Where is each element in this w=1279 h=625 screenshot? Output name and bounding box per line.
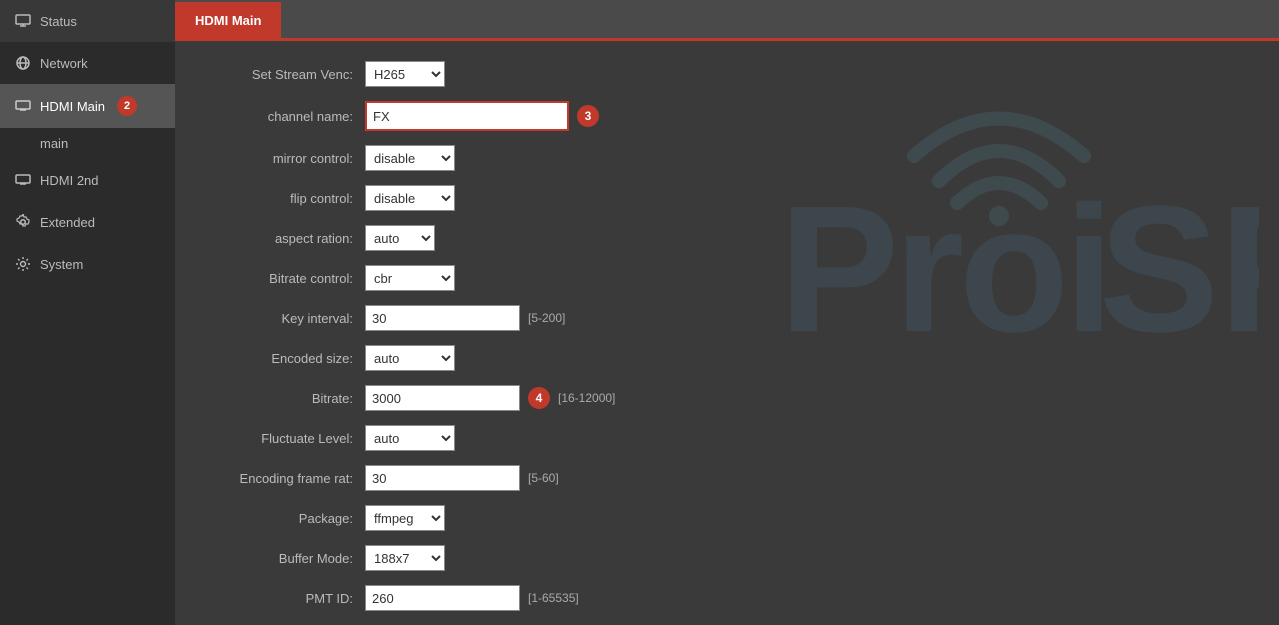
flip-control-label: flip control: [205, 191, 365, 206]
sidebar-item-hdmi-2nd[interactable]: HDMI 2nd [0, 159, 175, 201]
set-stream-venc-select[interactable]: H265 H264 [365, 61, 445, 87]
bitrate-row: Bitrate: 4 [16-12000] [205, 385, 1249, 411]
step-3-badge: 3 [577, 105, 599, 127]
encoding-frame-rat-input[interactable] [365, 465, 520, 491]
channel-name-label: channel name: [205, 109, 365, 124]
set-stream-venc-label: Set Stream Venc: [205, 67, 365, 82]
bitrate-label: Bitrate: [205, 391, 365, 406]
sidebar: Status Network HDMI Main 2 main HDMI 2nd [0, 0, 175, 625]
globe-icon [14, 54, 32, 72]
hdmi-main-badge: 2 [117, 96, 137, 116]
aspect-ration-label: aspect ration: [205, 231, 365, 246]
bitrate-control-row: Bitrate control: cbr vbr [205, 265, 1249, 291]
sidebar-item-extended-label: Extended [40, 215, 95, 230]
sidebar-item-extended[interactable]: Extended [0, 201, 175, 243]
package-row: Package: ffmpeg ts [205, 505, 1249, 531]
sidebar-item-status[interactable]: Status [0, 0, 175, 42]
aspect-ration-row: aspect ration: auto 4:3 16:9 [205, 225, 1249, 251]
bitrate-hint: [16-12000] [558, 391, 615, 405]
sidebar-sub-label: main [40, 136, 68, 151]
flip-control-select[interactable]: disable enable [365, 185, 455, 211]
pmt-id-hint: [1-65535] [528, 591, 579, 605]
buffer-mode-row: Buffer Mode: 188x7 188x5 [205, 545, 1249, 571]
aspect-ration-select[interactable]: auto 4:3 16:9 [365, 225, 435, 251]
bitrate-control-label: Bitrate control: [205, 271, 365, 286]
sidebar-item-network[interactable]: Network [0, 42, 175, 84]
sidebar-item-hdmi-2nd-label: HDMI 2nd [40, 173, 99, 188]
sidebar-item-status-label: Status [40, 14, 77, 29]
bitrate-input[interactable] [365, 385, 520, 411]
fluctuate-level-row: Fluctuate Level: auto low medium high [205, 425, 1249, 451]
mirror-control-row: mirror control: disable enable [205, 145, 1249, 171]
key-interval-hint: [5-200] [528, 311, 565, 325]
system-gear-icon [14, 255, 32, 273]
step-4-badge: 4 [528, 387, 550, 409]
encoded-size-label: Encoded size: [205, 351, 365, 366]
extended-gear-icon [14, 213, 32, 231]
fluctuate-level-select[interactable]: auto low medium high [365, 425, 455, 451]
pmt-id-input[interactable] [365, 585, 520, 611]
channel-name-row: channel name: 3 [205, 101, 1249, 131]
encoding-frame-rat-hint: [5-60] [528, 471, 559, 485]
bitrate-control-select[interactable]: cbr vbr [365, 265, 455, 291]
sidebar-item-main-sub[interactable]: main [0, 128, 175, 159]
monitor-icon [14, 12, 32, 30]
encoded-size-select[interactable]: auto 1920x1080 1280x720 [365, 345, 455, 371]
mirror-control-label: mirror control: [205, 151, 365, 166]
form-area: Pro i SP Set Stream Venc: H265 H264 chan… [175, 41, 1279, 625]
content-area: HDMI Main Pro i [175, 0, 1279, 625]
buffer-mode-label: Buffer Mode: [205, 551, 365, 566]
sidebar-item-system[interactable]: System [0, 243, 175, 285]
hdmi-2nd-icon [14, 171, 32, 189]
sidebar-item-hdmi-main[interactable]: HDMI Main 2 [0, 84, 175, 128]
sidebar-item-hdmi-main-label: HDMI Main [40, 99, 105, 114]
key-interval-row: Key interval: [5-200] [205, 305, 1249, 331]
tab-hdmi-main[interactable]: HDMI Main [175, 2, 281, 38]
set-stream-venc-row: Set Stream Venc: H265 H264 [205, 61, 1249, 87]
flip-control-row: flip control: disable enable [205, 185, 1249, 211]
pmt-id-row: PMT ID: [1-65535] [205, 585, 1249, 611]
sidebar-item-network-label: Network [40, 56, 88, 71]
channel-name-input[interactable] [367, 103, 567, 129]
encoding-frame-rat-row: Encoding frame rat: [5-60] [205, 465, 1249, 491]
sidebar-item-system-label: System [40, 257, 83, 272]
hdmi-main-icon [14, 97, 32, 115]
key-interval-label: Key interval: [205, 311, 365, 326]
key-interval-input[interactable] [365, 305, 520, 331]
encoding-frame-rat-label: Encoding frame rat: [205, 471, 365, 486]
fluctuate-level-label: Fluctuate Level: [205, 431, 365, 446]
encoded-size-row: Encoded size: auto 1920x1080 1280x720 [205, 345, 1249, 371]
tab-bar: HDMI Main [175, 0, 1279, 38]
package-select[interactable]: ffmpeg ts [365, 505, 445, 531]
channel-name-highlight [365, 101, 569, 131]
pmt-id-label: PMT ID: [205, 591, 365, 606]
mirror-control-select[interactable]: disable enable [365, 145, 455, 171]
package-label: Package: [205, 511, 365, 526]
buffer-mode-select[interactable]: 188x7 188x5 [365, 545, 445, 571]
